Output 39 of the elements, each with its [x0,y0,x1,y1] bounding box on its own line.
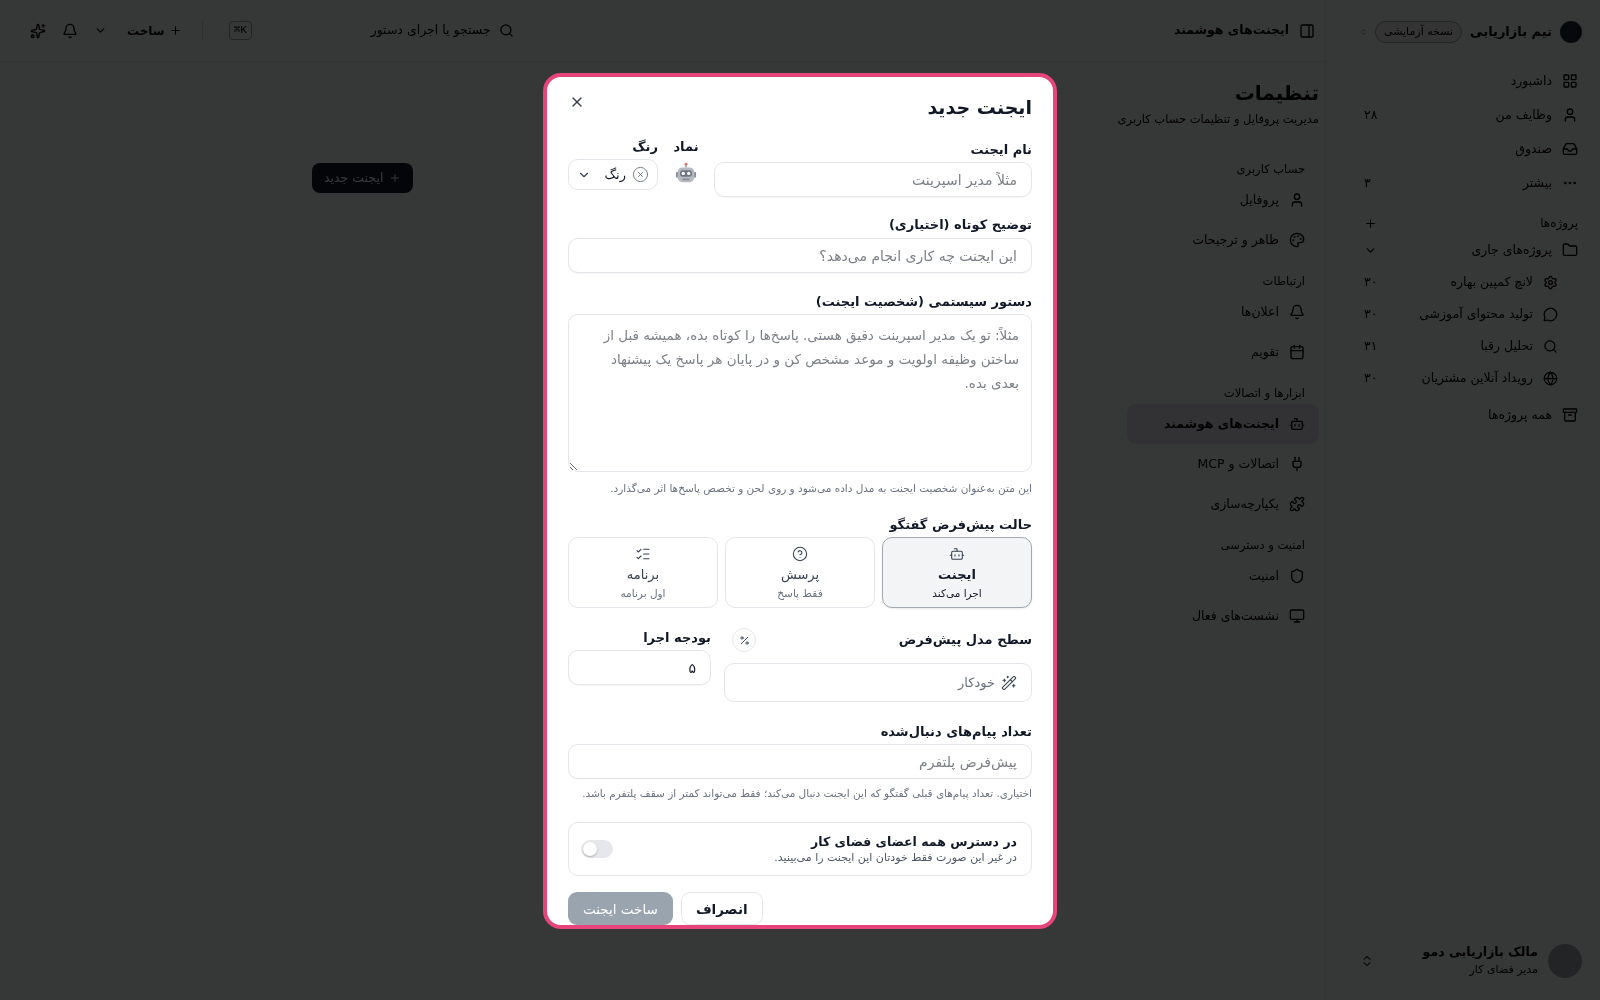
percent-icon [738,634,750,646]
mode-option[interactable]: برنامه اول برنامه [568,537,718,608]
question-circle-icon [792,546,808,562]
mode-title: پرسش [780,566,820,584]
field-label: نماد [673,138,699,156]
mode-title: ایجنت [938,566,976,584]
color-select[interactable]: رنگ [568,159,658,190]
system-prompt-textarea[interactable]: مثلاً: تو یک مدیر اسپرینت دقیق هستی. پاسخ‌ها را کوتاه بده، همیشه قبل از ساختن وظیفه اولویت و موعد مشخص کن و در پایان هر پاسخ یک پیشنهاد بعدی بده. [568,314,1032,472]
mode-subtitle: فقط پاسخ [777,586,823,601]
cancel-button[interactable]: انصراف [680,892,763,925]
field-label: دستور سیستمی (شخصیت ایجنت) [814,293,1032,311]
checklist-icon [635,546,651,562]
sharing-description: در غیر این صورت فقط خودتان این ایجنت را می‌بینید. [774,849,1017,866]
help-text: اختیاری. تعداد پیام‌های قبلی گفتگو که این ایجنت دنبال می‌کند؛ فقط می‌تواند کمتر از سقف پلتفرم باشد. [581,786,1032,801]
mode-subtitle: اول برنامه [620,586,666,601]
field-label: حالت پیش‌فرض گفتگو [888,516,1032,534]
name-input[interactable]: مثلاً مدیر اسپرینت [714,162,1032,197]
sharing-title: در دسترس همه اعضای فضای کار [809,832,1017,850]
budget-input[interactable]: ۵ [568,650,711,685]
clear-icon[interactable] [632,166,649,183]
magic-wand-icon [1001,674,1017,691]
dialog-title: ایجنت جدید [927,95,1032,120]
mode-option[interactable]: ایجنت اجرا می‌کند [882,537,1032,608]
model-select[interactable]: خودکار [724,663,1032,702]
tracked-messages-input[interactable]: پیش‌فرض پلتفرم [568,744,1032,779]
field-label: رنگ [632,138,658,156]
mode-option[interactable]: پرسش فقط پاسخ [725,537,875,608]
robot-icon [949,546,965,562]
mode-subtitle: اجرا می‌کند [932,586,982,601]
robot-icon[interactable] [675,162,697,184]
description-input[interactable]: این ایجنت چه کاری انجام می‌دهد؟ [568,238,1032,273]
field-label: سطح مدل پیش‌فرض [898,631,1032,649]
field-label: نام ایجنت [969,141,1032,159]
field-label: بودجه اجرا [642,629,711,647]
mode-title: برنامه [626,566,660,584]
field-label: توضیح کوتاه (اختیاری) [887,216,1032,234]
field-label: تعداد پیام‌های دنبال‌شده [879,723,1032,741]
share-toggle[interactable] [581,840,613,858]
help-text: این متن به‌عنوان شخصیت ایجنت به مدل داده می‌شود و روی لحن و تخصص پاسخ‌ها اثر می‌گذارد. [609,481,1032,496]
